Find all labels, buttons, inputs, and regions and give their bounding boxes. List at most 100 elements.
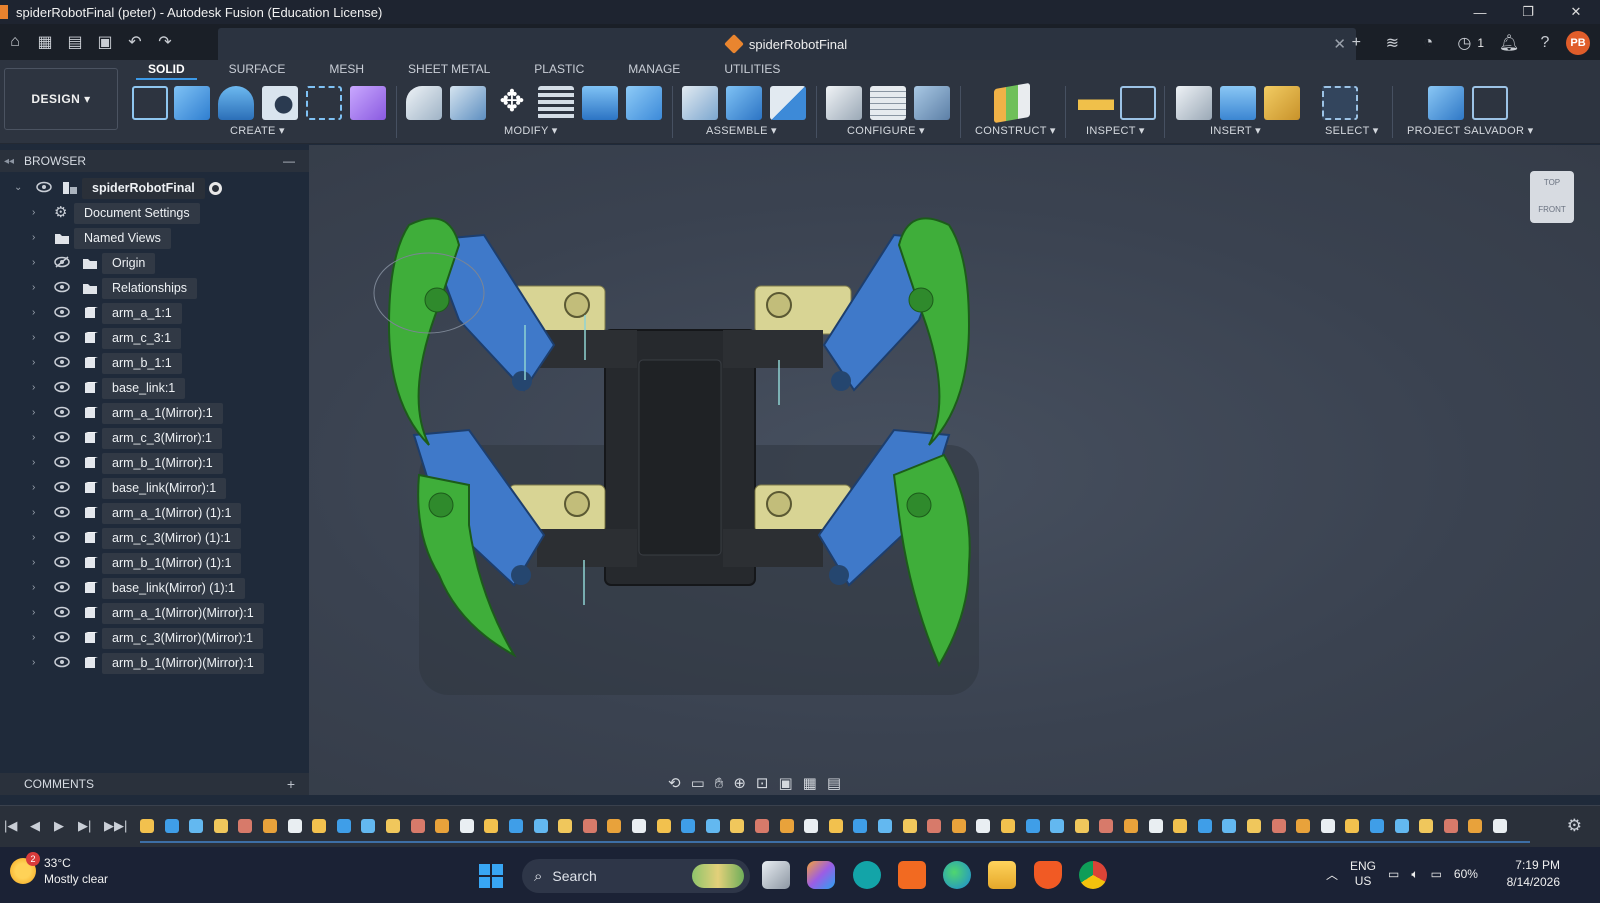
- pattern-icon[interactable]: [306, 86, 342, 120]
- undo-icon[interactable]: ↶: [120, 27, 150, 57]
- configure-design-icon[interactable]: [826, 86, 862, 120]
- timeline-feature-icon[interactable]: [1468, 819, 1483, 833]
- timeline-feature-icon[interactable]: [312, 819, 327, 833]
- add-comment-icon[interactable]: +: [287, 776, 295, 792]
- window-select-icon[interactable]: [1322, 86, 1358, 120]
- timeline-feature-icon[interactable]: [361, 819, 376, 833]
- timeline-feature-icon[interactable]: [1074, 819, 1089, 833]
- combine-icon[interactable]: [582, 86, 618, 120]
- salvador-generate-icon[interactable]: [1428, 86, 1464, 120]
- tab-mesh[interactable]: MESH: [317, 60, 376, 80]
- timeline-play-icon[interactable]: ▶: [54, 818, 64, 834]
- help-icon[interactable]: ?: [1530, 28, 1560, 58]
- timeline-feature-icon[interactable]: [1247, 819, 1261, 833]
- eye-icon[interactable]: [54, 406, 70, 418]
- timeline-feature-icon[interactable]: [878, 819, 892, 833]
- configure-group-label[interactable]: CONFIGURE ▾: [847, 124, 925, 137]
- press-pull-icon[interactable]: [406, 86, 442, 120]
- data-panel-grid-icon[interactable]: ▦: [30, 27, 60, 57]
- chevron-right-icon[interactable]: ›: [32, 557, 35, 568]
- timeline-feature-icon[interactable]: [656, 819, 671, 833]
- weather-widget[interactable]: 2 33°C Mostly clear: [10, 852, 108, 887]
- browser-node[interactable]: › arm_b_1(Mirror)(Mirror):1: [0, 651, 309, 676]
- project-salvador-group-label[interactable]: PROJECT SALVADOR ▾: [1407, 124, 1533, 137]
- salvador-sketch-icon[interactable]: [1472, 86, 1508, 120]
- insert-group-label[interactable]: INSERT ▾: [1210, 124, 1261, 137]
- tab-utilities[interactable]: UTILITIES: [712, 60, 792, 80]
- timeline-feature-icon[interactable]: [1320, 819, 1335, 833]
- eye-icon[interactable]: [54, 656, 70, 668]
- browser-root-node[interactable]: ⌄ spiderRobotFinal: [0, 176, 309, 201]
- timeline-feature-icon[interactable]: [1099, 819, 1114, 833]
- orbit-icon[interactable]: ⟲: [668, 774, 681, 792]
- timeline-feature-icon[interactable]: [213, 819, 228, 833]
- timeline-feature-icon[interactable]: [435, 819, 450, 833]
- timeline-feature-icon[interactable]: [189, 819, 204, 833]
- fillet-icon[interactable]: [450, 86, 486, 120]
- pan-hand-icon[interactable]: ✋︎: [715, 775, 724, 792]
- windows-start-icon[interactable]: [479, 864, 503, 888]
- new-component-icon[interactable]: [682, 86, 718, 120]
- browser-minimize-icon[interactable]: —: [283, 154, 295, 168]
- taskbar-search[interactable]: ⌕ Search: [522, 859, 750, 893]
- chevron-right-icon[interactable]: ›: [32, 457, 35, 468]
- tab-solid[interactable]: SOLID: [136, 60, 197, 80]
- eye-icon[interactable]: [54, 606, 70, 618]
- eye-icon[interactable]: [54, 631, 70, 643]
- browser-node[interactable]: › arm_c_3(Mirror):1: [0, 426, 309, 451]
- minimize-button[interactable]: —: [1456, 5, 1504, 20]
- timeline-feature-icon[interactable]: [779, 819, 794, 833]
- create-group-label[interactable]: CREATE ▾: [230, 124, 285, 137]
- chevron-right-icon[interactable]: ›: [32, 532, 35, 543]
- chevron-right-icon[interactable]: ›: [32, 582, 35, 593]
- browser-node[interactable]: › arm_a_1(Mirror) (1):1: [0, 501, 309, 526]
- timeline-feature-icon[interactable]: [509, 819, 523, 833]
- browser-node[interactable]: › arm_c_3(Mirror) (1):1: [0, 526, 309, 551]
- home-icon[interactable]: ⌂: [0, 27, 30, 57]
- browser-node[interactable]: › arm_a_1(Mirror)(Mirror):1: [0, 601, 309, 626]
- timeline-feature-icon[interactable]: [976, 819, 991, 833]
- eye-icon[interactable]: [36, 181, 52, 193]
- task-view-icon[interactable]: [762, 861, 790, 889]
- construct-group-label[interactable]: CONSTRUCT ▾: [975, 124, 1056, 137]
- offset-plane-icon[interactable]: [994, 82, 1030, 124]
- zoom-icon[interactable]: ⊕: [733, 774, 746, 792]
- configuration-table-icon[interactable]: [870, 86, 906, 120]
- timeline-feature-icon[interactable]: [1271, 819, 1286, 833]
- user-avatar[interactable]: PB: [1566, 31, 1590, 55]
- chevron-right-icon[interactable]: ›: [32, 607, 35, 618]
- browser-node[interactable]: › arm_b_1:1: [0, 351, 309, 376]
- taskbar-clock[interactable]: 7:19 PM 8/14/2026: [1507, 857, 1560, 891]
- timeline-feature-icon[interactable]: [804, 819, 819, 833]
- browser-node[interactable]: › arm_c_3:1: [0, 326, 309, 351]
- configure-rules-icon[interactable]: [914, 86, 950, 120]
- restore-button[interactable]: ❐: [1504, 4, 1552, 20]
- timeline-feature-icon[interactable]: [1025, 819, 1040, 833]
- browser-node[interactable]: › ⚙ Document Settings: [0, 201, 309, 226]
- timeline-feature-icon[interactable]: [1370, 819, 1384, 833]
- chevron-right-icon[interactable]: ›: [32, 407, 35, 418]
- eye-icon[interactable]: [54, 481, 70, 493]
- eye-hidden-icon[interactable]: [54, 256, 70, 268]
- timeline-forward-icon[interactable]: ▶|: [78, 818, 91, 834]
- collapse-panel-icon[interactable]: ◂◂: [4, 156, 14, 167]
- align-icon[interactable]: [538, 86, 574, 120]
- timeline-feature-icon[interactable]: [951, 819, 966, 833]
- timeline-feature-icon[interactable]: [1443, 819, 1458, 833]
- timeline-feature-icon[interactable]: [263, 819, 277, 833]
- timeline-feature-icon[interactable]: [1050, 819, 1065, 833]
- timeline-feature-icon[interactable]: [730, 819, 745, 833]
- chevron-down-icon[interactable]: ⌄: [14, 182, 22, 193]
- timeline-feature-icon[interactable]: [1493, 819, 1507, 833]
- brave-icon[interactable]: [1034, 861, 1062, 889]
- arduino-icon[interactable]: [853, 861, 881, 889]
- timeline-feature-icon[interactable]: [828, 819, 843, 833]
- inspect-group-label[interactable]: INSPECT ▾: [1086, 124, 1145, 137]
- measure-icon[interactable]: [1078, 86, 1114, 120]
- timeline-feature-icon[interactable]: [558, 819, 573, 833]
- timeline-feature-icon[interactable]: [1124, 819, 1138, 833]
- browser-node[interactable]: › Named Views: [0, 226, 309, 251]
- fusion-taskbar-icon[interactable]: [898, 861, 926, 889]
- eye-icon[interactable]: [54, 556, 70, 568]
- close-window-button[interactable]: ✕: [1552, 4, 1600, 20]
